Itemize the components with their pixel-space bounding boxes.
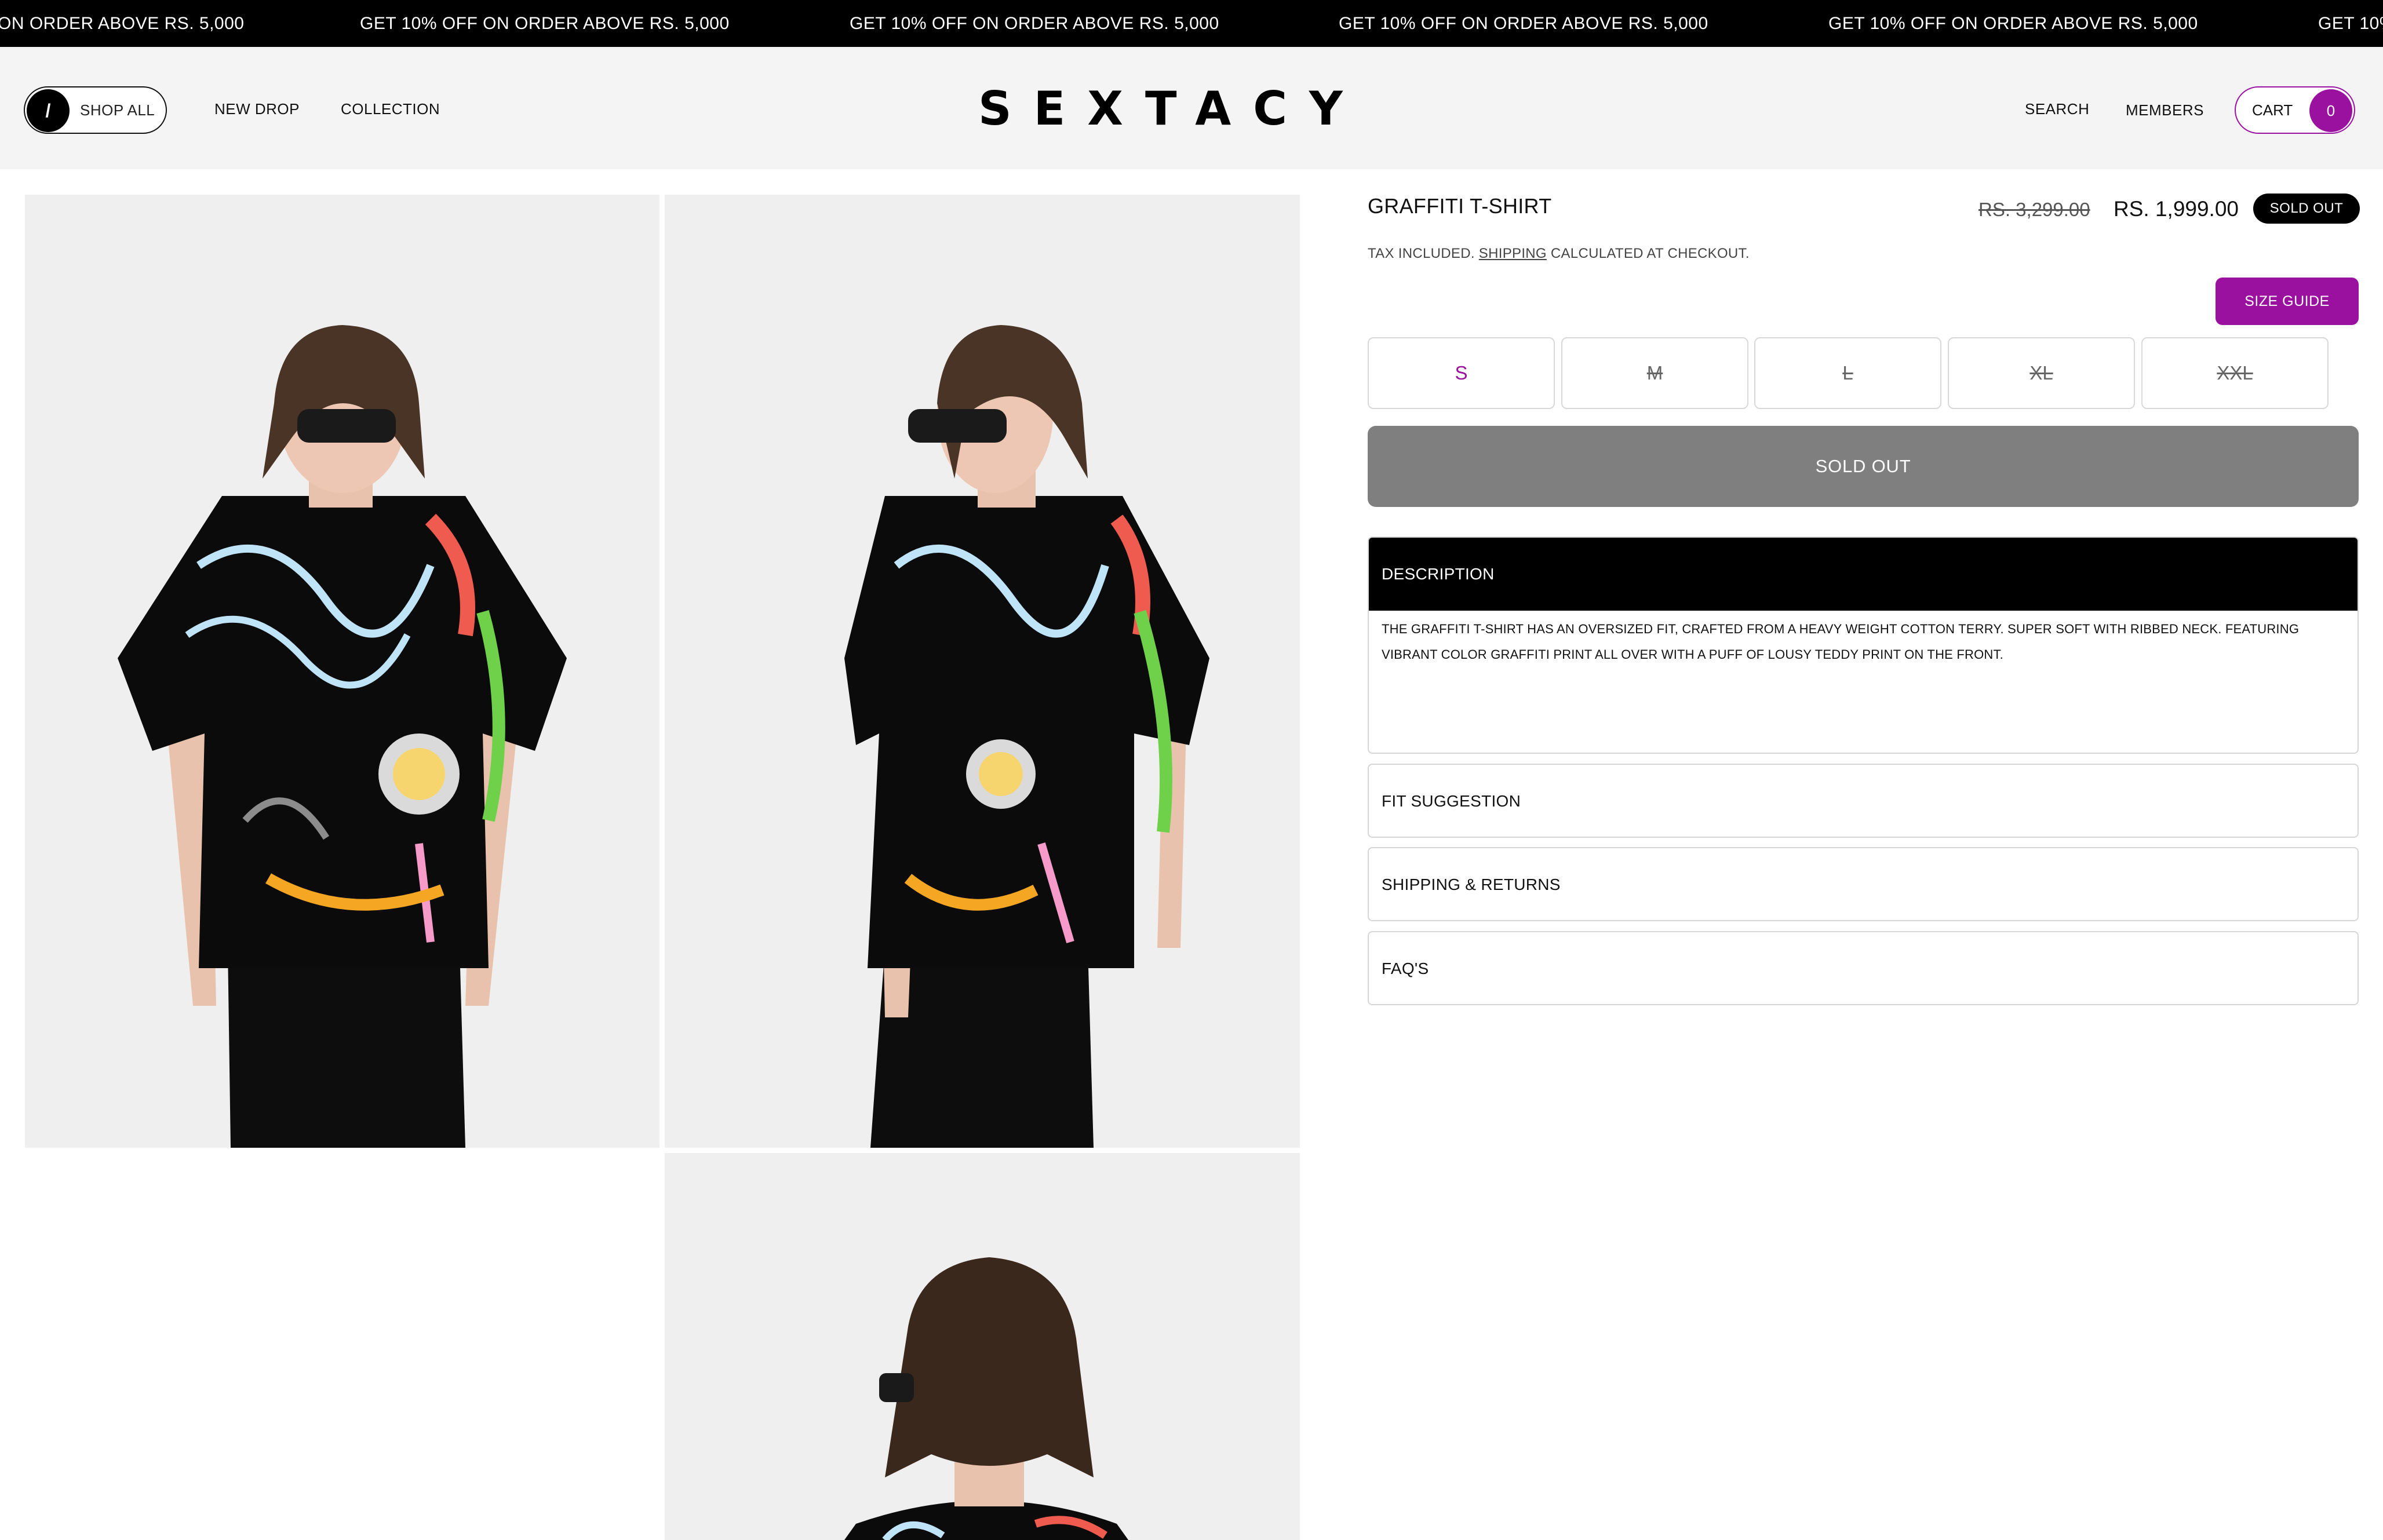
product-image-placeholder[interactable] xyxy=(25,1153,659,1540)
size-label: S xyxy=(1455,362,1468,384)
slash-icon: / xyxy=(27,89,70,132)
model-back-illustration xyxy=(665,1153,1300,1540)
nav-new-drop[interactable]: NEW DROP xyxy=(214,97,300,121)
size-label: L xyxy=(1842,362,1853,384)
announcement-item: GET 10% OFF ON ORDER ABOVE RS. 5,000 xyxy=(360,14,730,33)
size-label: M xyxy=(1646,362,1663,384)
announcement-item: GET 10% OFF ON ORDER ABOVE RS. 5,000 xyxy=(1828,14,2198,33)
nav-collection[interactable]: COLLECTION xyxy=(341,97,440,121)
product-title: GRAFFITI T-SHIRT xyxy=(1368,194,1552,218)
search-link[interactable]: SEARCH xyxy=(2025,97,2089,121)
fit-suggestion-accordion[interactable]: FIT SUGGESTION xyxy=(1368,764,2359,838)
faq-header[interactable]: FAQ'S xyxy=(1369,932,2358,1005)
size-label: XL xyxy=(2029,362,2053,384)
product-image-back[interactable] xyxy=(665,1153,1300,1540)
shipping-returns-accordion[interactable]: SHIPPING & RETURNS xyxy=(1368,847,2359,921)
cart-button[interactable]: CART 0 xyxy=(2235,86,2355,134)
size-option-xl[interactable]: XL xyxy=(1948,337,2135,409)
cart-label: CART xyxy=(2252,101,2293,119)
tax-suffix: CALCULATED AT CHECKOUT. xyxy=(1550,246,1750,261)
description-header[interactable]: DESCRIPTION xyxy=(1369,538,2358,611)
size-option-l[interactable]: L xyxy=(1754,337,1941,409)
shop-all-label: SHOP ALL xyxy=(80,101,155,119)
announcement-item: GET 10% OFF ON ORDER ABOVE RS. 5,000 xyxy=(1339,14,1708,33)
shipping-returns-header[interactable]: SHIPPING & RETURNS xyxy=(1369,848,2358,921)
product-image-front[interactable] xyxy=(25,195,659,1148)
model-side-illustration xyxy=(665,195,1300,1148)
tax-info: TAX INCLUDED. SHIPPING CALCULATED AT CHE… xyxy=(1368,246,1750,262)
size-option-s[interactable]: S xyxy=(1368,337,1555,409)
fit-suggestion-header[interactable]: FIT SUGGESTION xyxy=(1369,765,2358,838)
cart-count-badge: 0 xyxy=(2309,89,2352,132)
size-guide-button[interactable]: SIZE GUIDE xyxy=(2216,278,2359,325)
size-label: XXL xyxy=(2217,362,2253,384)
size-option-m[interactable]: M xyxy=(1561,337,1748,409)
tax-prefix: TAX INCLUDED. xyxy=(1368,246,1475,261)
faq-accordion[interactable]: FAQ'S xyxy=(1368,931,2359,1005)
site-logo[interactable]: SEXTACY xyxy=(978,83,1401,135)
description-line: VIBRANT COLOR GRAFFITI PRINT ALL OVER WI… xyxy=(1382,647,2003,662)
sold-out-button[interactable]: SOLD OUT xyxy=(1368,426,2359,507)
size-option-xxl[interactable]: XXL xyxy=(2141,337,2329,409)
shipping-link[interactable]: SHIPPING xyxy=(1479,246,1547,261)
description-line: THE GRAFFITI T-SHIRT HAS AN OVERSIZED FI… xyxy=(1382,622,2300,636)
announcement-item: GET 10% xyxy=(2318,14,2383,33)
site-header: / SHOP ALL NEW DROP COLLECTION SEXTACY S… xyxy=(0,47,2383,169)
announcement-item: ON ORDER ABOVE RS. 5,000 xyxy=(0,14,245,33)
announcement-item: GET 10% OFF ON ORDER ABOVE RS. 5,000 xyxy=(850,14,1219,33)
product-image-side[interactable] xyxy=(665,195,1300,1148)
model-front-illustration xyxy=(25,195,659,1148)
shop-all-button[interactable]: / SHOP ALL xyxy=(24,86,167,134)
sold-out-badge: SOLD OUT xyxy=(2253,194,2360,224)
announcement-bar: ON ORDER ABOVE RS. 5,000 GET 10% OFF ON … xyxy=(0,0,2383,47)
sale-price: RS. 1,999.00 xyxy=(2114,197,2239,221)
description-accordion: DESCRIPTION THE GRAFFITI T-SHIRT HAS AN … xyxy=(1368,537,2359,754)
members-link[interactable]: MEMBERS xyxy=(2126,98,2204,122)
original-price: RS. 3,299.00 xyxy=(1978,199,2090,220)
description-body: THE GRAFFITI T-SHIRT HAS AN OVERSIZED FI… xyxy=(1369,611,2358,667)
